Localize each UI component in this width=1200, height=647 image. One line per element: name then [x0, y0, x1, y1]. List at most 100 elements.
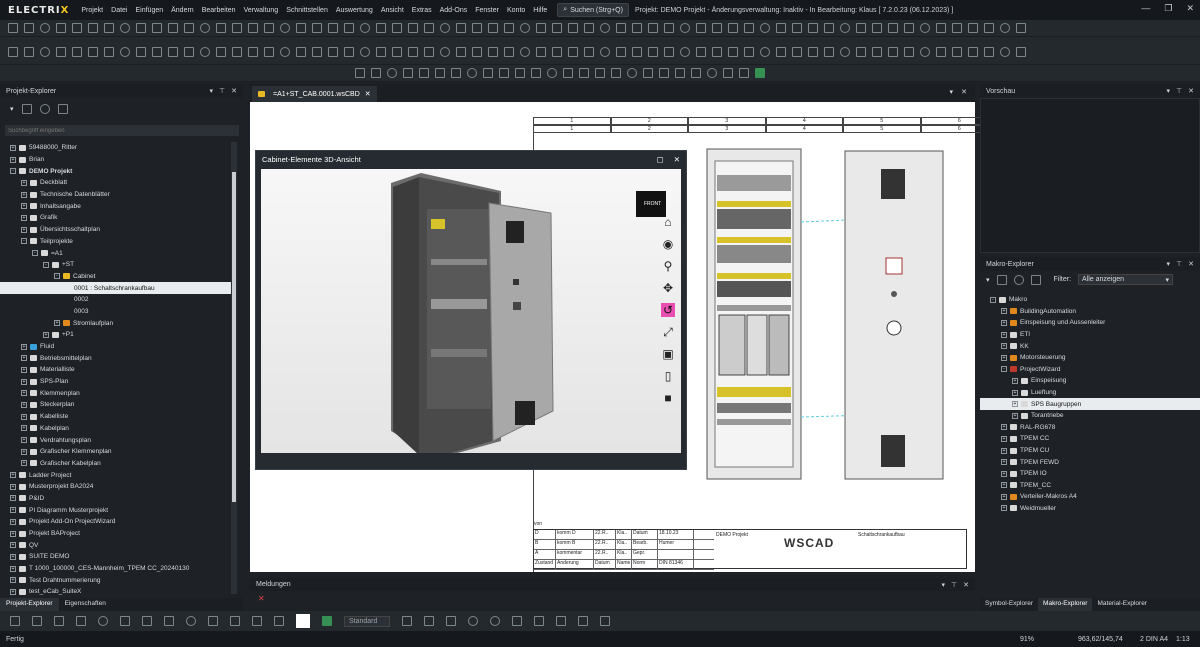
tree-item[interactable]: + P&ID	[0, 493, 236, 505]
tb1-tool-icon[interactable]	[56, 23, 66, 33]
tb3-tool-icon[interactable]	[563, 68, 573, 78]
pin-icon[interactable]: ⊤	[1176, 87, 1182, 95]
minimize-icon[interactable]: —	[1141, 3, 1150, 14]
door-icon[interactable]: ▯	[661, 369, 675, 383]
expand-icon[interactable]: +	[10, 472, 16, 479]
tb2-tool-icon[interactable]	[968, 46, 978, 57]
menu-item-verwaltung[interactable]: Verwaltung	[240, 7, 283, 14]
close-icon[interactable]: ✕	[1186, 3, 1194, 14]
tb2-tool-icon[interactable]	[328, 46, 338, 57]
error-clear-icon[interactable]: ✕	[250, 591, 975, 606]
tab-eigenschaften[interactable]: Eigenschaften	[59, 598, 112, 611]
dimension-tool-icon[interactable]	[424, 616, 434, 626]
tb1-tool-icon[interactable]	[856, 23, 866, 33]
expand-icon[interactable]: +	[1012, 389, 1018, 396]
tree-item[interactable]: + Kabelliste	[0, 411, 236, 423]
tree-item[interactable]: - ProjectWizard	[980, 364, 1200, 376]
tb1-tool-icon[interactable]	[920, 23, 930, 33]
tb3-tool-icon[interactable]	[403, 68, 413, 78]
expand-icon[interactable]: +	[21, 437, 27, 444]
dropdown-icon[interactable]: ▾	[1167, 260, 1171, 268]
tb2-tool-icon[interactable]	[696, 46, 706, 57]
tree-item[interactable]: - +ST	[0, 259, 236, 271]
tb2-tool-icon[interactable]	[856, 46, 866, 57]
pin-icon[interactable]: ⊤	[219, 87, 225, 95]
expand-icon[interactable]: +	[21, 355, 27, 362]
tb2-tool-icon[interactable]	[792, 46, 802, 57]
expand-icon[interactable]: +	[21, 448, 27, 455]
dropdown-icon[interactable]: ▾	[986, 276, 990, 284]
tb1-tool-icon[interactable]	[680, 23, 690, 33]
expand-icon[interactable]: +	[10, 495, 16, 502]
zoom-fit-icon[interactable]	[512, 616, 522, 626]
tb2-tool-icon[interactable]	[664, 46, 674, 57]
menu-item-ansicht[interactable]: Ansicht	[377, 7, 408, 14]
cube-icon[interactable]: ■	[661, 391, 675, 405]
tb1-tool-icon[interactable]	[152, 23, 162, 33]
tb2-tool-icon[interactable]	[920, 46, 930, 57]
tb1-tool-icon[interactable]	[664, 23, 674, 33]
fit-icon[interactable]: ⤢	[661, 325, 675, 339]
tree-item[interactable]: - Cabinet	[0, 271, 236, 283]
tb3-tool-icon[interactable]	[515, 68, 525, 78]
tree-item[interactable]: + KK	[980, 340, 1200, 352]
open-icon[interactable]	[996, 274, 1007, 285]
tb2-tool-icon[interactable]	[88, 46, 98, 57]
expand-icon[interactable]: +	[1001, 308, 1007, 315]
tb2-tool-icon[interactable]	[456, 46, 466, 57]
expand-icon[interactable]: +	[21, 226, 27, 233]
tb3-tool-icon[interactable]	[675, 68, 685, 78]
tb2-tool-icon[interactable]	[712, 46, 722, 57]
expand-icon[interactable]: +	[1012, 412, 1018, 419]
print-icon[interactable]	[600, 616, 610, 626]
close-icon[interactable]: ✕	[1188, 260, 1194, 268]
tb2-tool-icon[interactable]	[632, 46, 642, 57]
tb1-tool-icon[interactable]	[808, 23, 818, 33]
align-tool-icon[interactable]	[54, 616, 64, 626]
pen-icon[interactable]	[208, 616, 218, 626]
tree-item[interactable]: + Projekt BAProject	[0, 528, 236, 540]
zoom-icon[interactable]: ⚲	[661, 259, 675, 273]
tb3-tool-icon[interactable]	[371, 68, 381, 78]
close-icon[interactable]: ✕	[961, 88, 967, 96]
tb1-tool-icon[interactable]	[360, 23, 370, 33]
tb2-tool-icon[interactable]	[680, 46, 690, 57]
style-select[interactable]: Standard	[344, 615, 390, 627]
tb3-tool-icon[interactable]	[435, 68, 445, 78]
tb2-tool-icon[interactable]	[152, 46, 162, 57]
expand-icon[interactable]: +	[1001, 424, 1007, 431]
expand-icon[interactable]: +	[1001, 354, 1007, 361]
tree-item[interactable]: + Lueftung	[980, 387, 1200, 399]
tb1-tool-icon[interactable]	[296, 23, 306, 33]
tb2-tool-icon[interactable]	[72, 46, 82, 57]
menu-item-hilfe[interactable]: Hilfe	[529, 7, 551, 14]
tb1-tool-icon[interactable]	[520, 23, 530, 33]
pin-icon[interactable]: ⊤	[1176, 260, 1182, 268]
tree-item[interactable]: + Verdrahtungsplan	[0, 434, 236, 446]
tb1-tool-icon[interactable]	[200, 23, 210, 33]
tb2-tool-icon[interactable]	[936, 46, 946, 57]
tree-item[interactable]: + Technische Datenblätter	[0, 189, 236, 201]
tb3-tool-icon[interactable]	[483, 68, 493, 78]
tb1-tool-icon[interactable]	[616, 23, 626, 33]
dropdown-icon[interactable]: ▾	[10, 105, 14, 113]
menu-item-auswertung[interactable]: Auswertung	[332, 7, 377, 14]
expand-icon[interactable]: +	[10, 565, 16, 572]
tb1-tool-icon[interactable]	[968, 23, 978, 33]
tb2-tool-icon[interactable]	[776, 46, 786, 57]
tree-item[interactable]: + Ladder Project	[0, 469, 236, 481]
expand-icon[interactable]: +	[54, 320, 60, 327]
tb1-tool-icon[interactable]	[696, 23, 706, 33]
tree-item[interactable]: + TPEM CU	[980, 445, 1200, 457]
tb1-tool-icon[interactable]	[424, 23, 434, 33]
tb2-tool-icon[interactable]	[408, 46, 418, 57]
tree-item[interactable]: + Einspeisung	[980, 375, 1200, 387]
tree-item[interactable]: + Grafischer Kabelplan	[0, 458, 236, 470]
expand-icon[interactable]: +	[21, 413, 27, 420]
tb2-tool-icon[interactable]	[104, 46, 114, 57]
tb1-tool-icon[interactable]	[744, 23, 754, 33]
tb2-tool-icon[interactable]	[24, 46, 34, 57]
refresh-icon[interactable]	[39, 104, 50, 114]
color-swatch[interactable]	[296, 614, 310, 628]
tb2-tool-icon[interactable]	[728, 46, 738, 57]
